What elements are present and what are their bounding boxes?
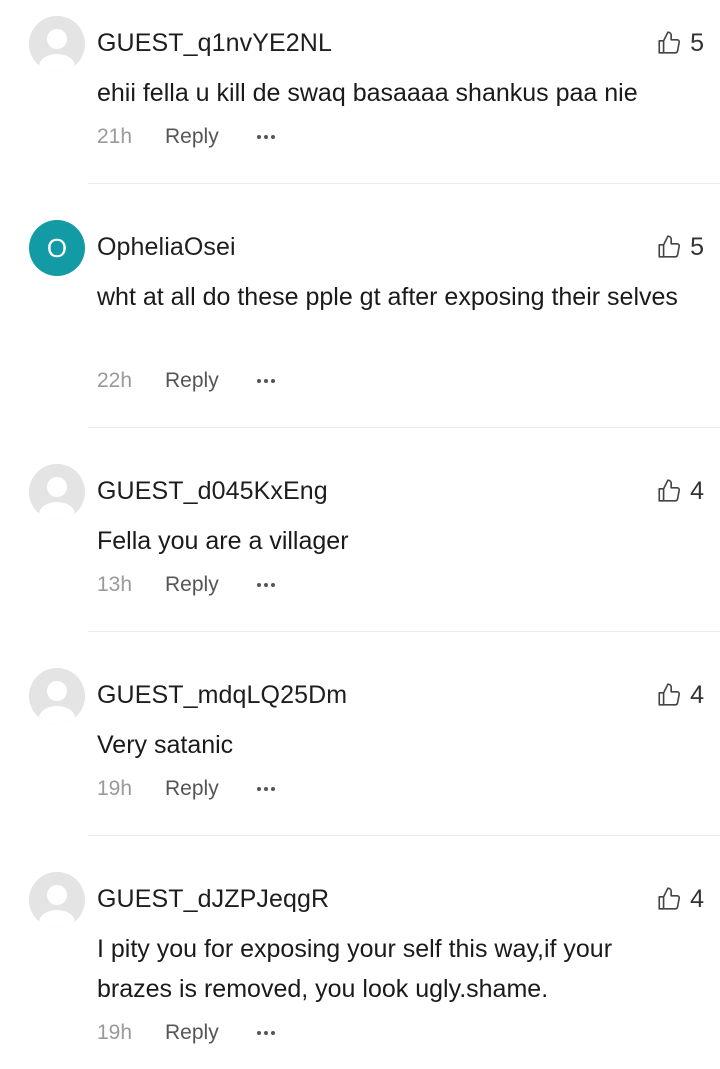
comment-meta: 22h Reply <box>97 366 278 396</box>
comment-time: 19h <box>97 1021 133 1044</box>
reply-button[interactable]: Reply <box>165 1021 219 1045</box>
more-dots-icon[interactable] <box>256 371 278 391</box>
comment-time: 19h <box>97 777 133 800</box>
comment-time: 21h <box>97 125 133 148</box>
thumbs-up-icon <box>658 235 681 258</box>
comment-item: O OpheliaOsei 5 wht at all do these pple… <box>0 184 720 428</box>
more-dots-icon[interactable] <box>256 127 278 147</box>
reply-button[interactable]: Reply <box>165 125 219 149</box>
reply-button[interactable]: Reply <box>165 573 219 597</box>
comment-username[interactable]: GUEST_q1nvYE2NL <box>97 29 332 58</box>
default-avatar-icon[interactable] <box>29 16 85 72</box>
thumbs-up-icon <box>658 683 681 706</box>
comment-text: I pity you for exposing your self this w… <box>97 935 613 1003</box>
comment-text: wht at all do these pple gt after exposi… <box>97 283 678 311</box>
comment-item: GUEST_mdqLQ25Dm 4 Very satanic 19h Reply <box>0 632 720 836</box>
like-button[interactable]: 5 <box>656 28 704 58</box>
thumbs-up-icon <box>658 31 681 54</box>
like-count: 4 <box>690 680 704 709</box>
like-count: 4 <box>690 884 704 913</box>
comment-list: GUEST_q1nvYE2NL 5 ehii fella u kill de s… <box>0 0 720 1069</box>
more-dots-icon[interactable] <box>256 575 278 595</box>
comment-text: Fella you are a villager <box>97 527 349 555</box>
comment-time: 22h <box>97 369 133 392</box>
comment-time: 13h <box>97 573 133 596</box>
thumbs-up-icon <box>658 887 681 910</box>
comment-username[interactable]: GUEST_d045KxEng <box>97 477 328 506</box>
more-dots-icon[interactable] <box>256 779 278 799</box>
comment-item: GUEST_d045KxEng 4 Fella you are a villag… <box>0 428 720 632</box>
like-count: 5 <box>690 232 704 261</box>
comment-text: Very satanic <box>97 731 234 759</box>
comment-meta: 13h Reply <box>97 570 278 600</box>
comment-text: ehii fella u kill de swaq basaaaa shanku… <box>97 79 638 107</box>
like-button[interactable]: 4 <box>656 476 704 506</box>
comment-username[interactable]: OpheliaOsei <box>97 233 236 262</box>
more-dots-icon[interactable] <box>256 1023 278 1043</box>
default-avatar-icon[interactable] <box>29 872 85 928</box>
reply-button[interactable]: Reply <box>165 369 219 393</box>
thumbs-up-icon <box>658 479 681 502</box>
comment-username[interactable]: GUEST_mdqLQ25Dm <box>97 681 347 710</box>
like-button[interactable]: 4 <box>656 680 704 710</box>
comment-item: GUEST_dJZPJeqgR 4 I pity you for exposin… <box>0 836 720 1069</box>
like-button[interactable]: 4 <box>656 884 704 914</box>
comment-meta: 21h Reply <box>97 122 278 152</box>
comment-username[interactable]: GUEST_dJZPJeqgR <box>97 885 329 914</box>
reply-button[interactable]: Reply <box>165 777 219 801</box>
default-avatar-icon[interactable] <box>29 668 85 724</box>
like-button[interactable]: 5 <box>656 232 704 262</box>
like-count: 4 <box>690 476 704 505</box>
comment-item: GUEST_q1nvYE2NL 5 ehii fella u kill de s… <box>0 0 720 184</box>
like-count: 5 <box>690 28 704 57</box>
comment-meta: 19h Reply <box>97 1018 278 1048</box>
comment-meta: 19h Reply <box>97 774 278 804</box>
user-avatar[interactable]: O <box>29 220 85 276</box>
default-avatar-icon[interactable] <box>29 464 85 520</box>
